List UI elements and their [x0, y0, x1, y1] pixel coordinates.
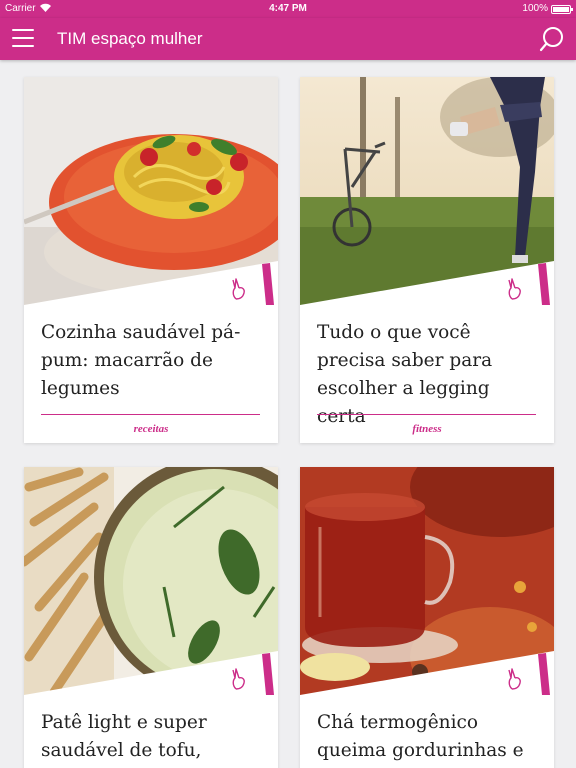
article-card[interactable]: Chá termogênico queima gordurinhas e [300, 467, 554, 768]
app-title: TIM espaço mulher [57, 29, 203, 48]
battery-icon [551, 5, 573, 14]
article-category[interactable]: fitness [300, 423, 554, 435]
status-bar: Carrier 4:47 PM 100% [0, 0, 576, 18]
article-title[interactable]: Cozinha saudável pá-pum: macarrão de leg… [41, 319, 263, 403]
article-image-legging [300, 77, 554, 305]
search-icon [539, 27, 563, 52]
article-card[interactable]: Tudo o que você precisa saber para escol… [300, 77, 554, 443]
article-image-pasta [24, 77, 278, 305]
divider [317, 414, 536, 415]
peace-hand-icon [508, 278, 521, 300]
peace-hand-icon [508, 668, 521, 690]
article-card[interactable]: Patê light e super saudável de tofu, [24, 467, 278, 768]
article-image-tea [300, 467, 554, 695]
status-time: 4:47 PM [269, 3, 307, 14]
article-title[interactable]: Patê light e super saudável de tofu, [41, 709, 263, 765]
divider [41, 414, 260, 415]
peace-hand-icon [232, 668, 245, 690]
battery-percent: 100% [522, 3, 548, 14]
peace-hand-icon [232, 278, 245, 300]
search-button[interactable] [538, 24, 566, 54]
article-category[interactable]: receitas [24, 423, 278, 435]
nav-bar: TIM espaço mulher [0, 18, 576, 60]
menu-button[interactable] [12, 29, 34, 49]
article-card[interactable]: Cozinha saudável pá-pum: macarrão de leg… [24, 77, 278, 443]
article-image-tofu [24, 467, 278, 695]
article-title[interactable]: Chá termogênico queima gordurinhas e [317, 709, 539, 765]
hamburger-icon [12, 29, 34, 47]
